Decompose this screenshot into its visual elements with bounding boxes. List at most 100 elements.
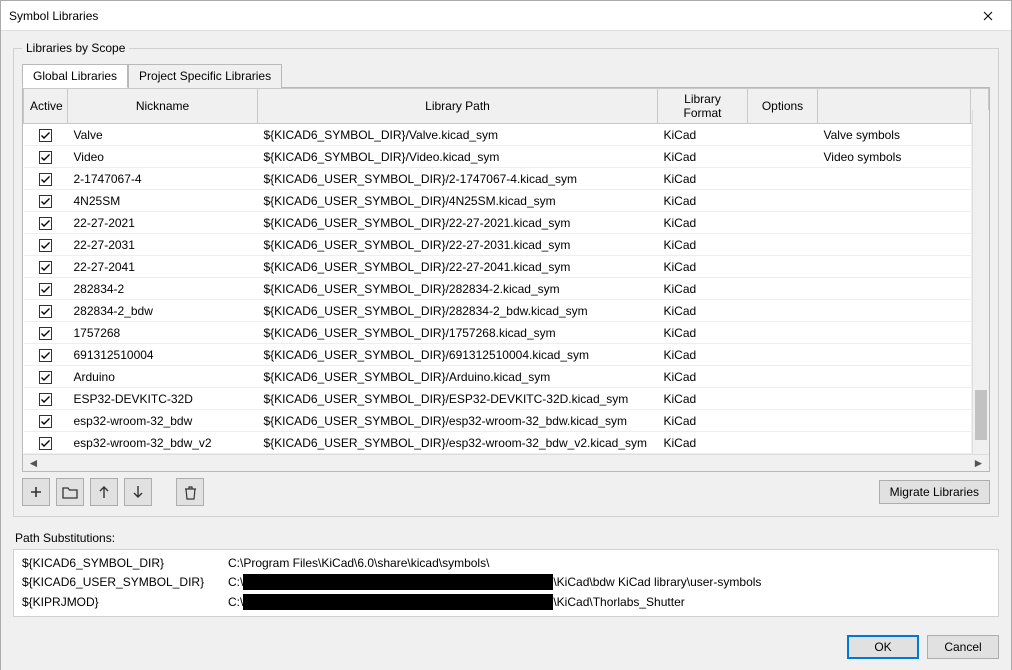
cell-nickname[interactable]: 1757268 xyxy=(68,322,258,344)
cell-library-path[interactable]: ${KICAD6_USER_SYMBOL_DIR}/691312510004.k… xyxy=(258,344,658,366)
cell-library-path[interactable]: ${KICAD6_USER_SYMBOL_DIR}/esp32-wroom-32… xyxy=(258,432,658,454)
table-row[interactable]: 282834-2${KICAD6_USER_SYMBOL_DIR}/282834… xyxy=(24,278,989,300)
cell-library-path[interactable]: ${KICAD6_USER_SYMBOL_DIR}/22-27-2021.kic… xyxy=(258,212,658,234)
cell-description[interactable]: Valve symbols xyxy=(818,124,971,146)
checkbox-checked-icon[interactable] xyxy=(39,261,52,274)
cell-library-path[interactable]: ${KICAD6_USER_SYMBOL_DIR}/22-27-2041.kic… xyxy=(258,256,658,278)
cell-options[interactable] xyxy=(748,432,818,454)
cell-library-path[interactable]: ${KICAD6_USER_SYMBOL_DIR}/2-1747067-4.ki… xyxy=(258,168,658,190)
cell-library-path[interactable]: ${KICAD6_USER_SYMBOL_DIR}/22-27-2031.kic… xyxy=(258,234,658,256)
table-row[interactable]: esp32-wroom-32_bdw${KICAD6_USER_SYMBOL_D… xyxy=(24,410,989,432)
cell-description[interactable] xyxy=(818,300,971,322)
cell-library-path[interactable]: ${KICAD6_USER_SYMBOL_DIR}/esp32-wroom-32… xyxy=(258,410,658,432)
cell-description[interactable]: Video symbols xyxy=(818,146,971,168)
col-header-nickname[interactable]: Nickname xyxy=(68,89,258,124)
cell-description[interactable] xyxy=(818,278,971,300)
cell-options[interactable] xyxy=(748,124,818,146)
cell-nickname[interactable]: 22-27-2031 xyxy=(68,234,258,256)
cell-active[interactable] xyxy=(24,146,68,168)
cell-library-format[interactable]: KiCad xyxy=(658,168,748,190)
cell-active[interactable] xyxy=(24,124,68,146)
ok-button[interactable]: OK xyxy=(847,635,919,659)
cell-library-path[interactable]: ${KICAD6_SYMBOL_DIR}/Valve.kicad_sym xyxy=(258,124,658,146)
cancel-button[interactable]: Cancel xyxy=(927,635,999,659)
cell-description[interactable] xyxy=(818,190,971,212)
cell-description[interactable] xyxy=(818,432,971,454)
cell-library-format[interactable]: KiCad xyxy=(658,322,748,344)
table-row[interactable]: 691312510004${KICAD6_USER_SYMBOL_DIR}/69… xyxy=(24,344,989,366)
table-row[interactable]: 22-27-2021${KICAD6_USER_SYMBOL_DIR}/22-2… xyxy=(24,212,989,234)
col-header-active[interactable]: Active xyxy=(24,89,68,124)
cell-active[interactable] xyxy=(24,410,68,432)
cell-nickname[interactable]: 22-27-2041 xyxy=(68,256,258,278)
table-row[interactable]: Video${KICAD6_SYMBOL_DIR}/Video.kicad_sy… xyxy=(24,146,989,168)
cell-options[interactable] xyxy=(748,300,818,322)
checkbox-checked-icon[interactable] xyxy=(39,393,52,406)
col-header-options[interactable]: Options xyxy=(748,89,818,124)
table-row[interactable]: 22-27-2041${KICAD6_USER_SYMBOL_DIR}/22-2… xyxy=(24,256,989,278)
cell-description[interactable] xyxy=(818,344,971,366)
checkbox-checked-icon[interactable] xyxy=(39,239,52,252)
move-up-button[interactable] xyxy=(90,478,118,506)
cell-nickname[interactable]: 282834-2 xyxy=(68,278,258,300)
table-row[interactable]: 282834-2_bdw${KICAD6_USER_SYMBOL_DIR}/28… xyxy=(24,300,989,322)
cell-library-path[interactable]: ${KICAD6_USER_SYMBOL_DIR}/282834-2_bdw.k… xyxy=(258,300,658,322)
cell-nickname[interactable]: esp32-wroom-32_bdw xyxy=(68,410,258,432)
cell-nickname[interactable]: 22-27-2021 xyxy=(68,212,258,234)
delete-library-button[interactable] xyxy=(176,478,204,506)
checkbox-checked-icon[interactable] xyxy=(39,151,52,164)
cell-active[interactable] xyxy=(24,234,68,256)
cell-options[interactable] xyxy=(748,212,818,234)
migrate-libraries-button[interactable]: Migrate Libraries xyxy=(879,480,990,504)
move-down-button[interactable] xyxy=(124,478,152,506)
cell-description[interactable] xyxy=(818,168,971,190)
cell-description[interactable] xyxy=(818,366,971,388)
table-row[interactable]: 2-1747067-4${KICAD6_USER_SYMBOL_DIR}/2-1… xyxy=(24,168,989,190)
checkbox-checked-icon[interactable] xyxy=(39,437,52,450)
col-header-library-path[interactable]: Library Path xyxy=(258,89,658,124)
cell-nickname[interactable]: Arduino xyxy=(68,366,258,388)
checkbox-checked-icon[interactable] xyxy=(39,371,52,384)
cell-nickname[interactable]: Video xyxy=(68,146,258,168)
cell-nickname[interactable]: 691312510004 xyxy=(68,344,258,366)
cell-options[interactable] xyxy=(748,146,818,168)
checkbox-checked-icon[interactable] xyxy=(39,327,52,340)
checkbox-checked-icon[interactable] xyxy=(39,173,52,186)
vertical-scrollbar[interactable] xyxy=(972,110,989,454)
cell-options[interactable] xyxy=(748,410,818,432)
cell-active[interactable] xyxy=(24,190,68,212)
cell-library-format[interactable]: KiCad xyxy=(658,278,748,300)
cell-active[interactable] xyxy=(24,256,68,278)
cell-active[interactable] xyxy=(24,300,68,322)
cell-nickname[interactable]: ESP32-DEVKITC-32D xyxy=(68,388,258,410)
horizontal-scrollbar[interactable]: ◄ ► xyxy=(23,454,989,471)
table-row[interactable]: Arduino${KICAD6_USER_SYMBOL_DIR}/Arduino… xyxy=(24,366,989,388)
table-row[interactable]: 1757268${KICAD6_USER_SYMBOL_DIR}/1757268… xyxy=(24,322,989,344)
scroll-left-arrow-icon[interactable]: ◄ xyxy=(25,456,42,471)
cell-active[interactable] xyxy=(24,388,68,410)
checkbox-checked-icon[interactable] xyxy=(39,129,52,142)
cell-options[interactable] xyxy=(748,278,818,300)
checkbox-checked-icon[interactable] xyxy=(39,349,52,362)
cell-options[interactable] xyxy=(748,190,818,212)
cell-options[interactable] xyxy=(748,168,818,190)
table-row[interactable]: esp32-wroom-32_bdw_v2${KICAD6_USER_SYMBO… xyxy=(24,432,989,454)
cell-nickname[interactable]: 2-1747067-4 xyxy=(68,168,258,190)
cell-nickname[interactable]: 282834-2_bdw xyxy=(68,300,258,322)
table-row[interactable]: Valve${KICAD6_SYMBOL_DIR}/Valve.kicad_sy… xyxy=(24,124,989,146)
cell-library-format[interactable]: KiCad xyxy=(658,432,748,454)
cell-nickname[interactable]: esp32-wroom-32_bdw_v2 xyxy=(68,432,258,454)
cell-active[interactable] xyxy=(24,168,68,190)
browse-library-button[interactable] xyxy=(56,478,84,506)
cell-description[interactable] xyxy=(818,212,971,234)
col-header-description[interactable] xyxy=(818,89,971,124)
cell-options[interactable] xyxy=(748,388,818,410)
cell-library-format[interactable]: KiCad xyxy=(658,366,748,388)
cell-options[interactable] xyxy=(748,234,818,256)
cell-options[interactable] xyxy=(748,366,818,388)
cell-library-path[interactable]: ${KICAD6_USER_SYMBOL_DIR}/Arduino.kicad_… xyxy=(258,366,658,388)
cell-library-format[interactable]: KiCad xyxy=(658,190,748,212)
table-row[interactable]: ESP32-DEVKITC-32D${KICAD6_USER_SYMBOL_DI… xyxy=(24,388,989,410)
cell-active[interactable] xyxy=(24,366,68,388)
table-row[interactable]: 22-27-2031${KICAD6_USER_SYMBOL_DIR}/22-2… xyxy=(24,234,989,256)
